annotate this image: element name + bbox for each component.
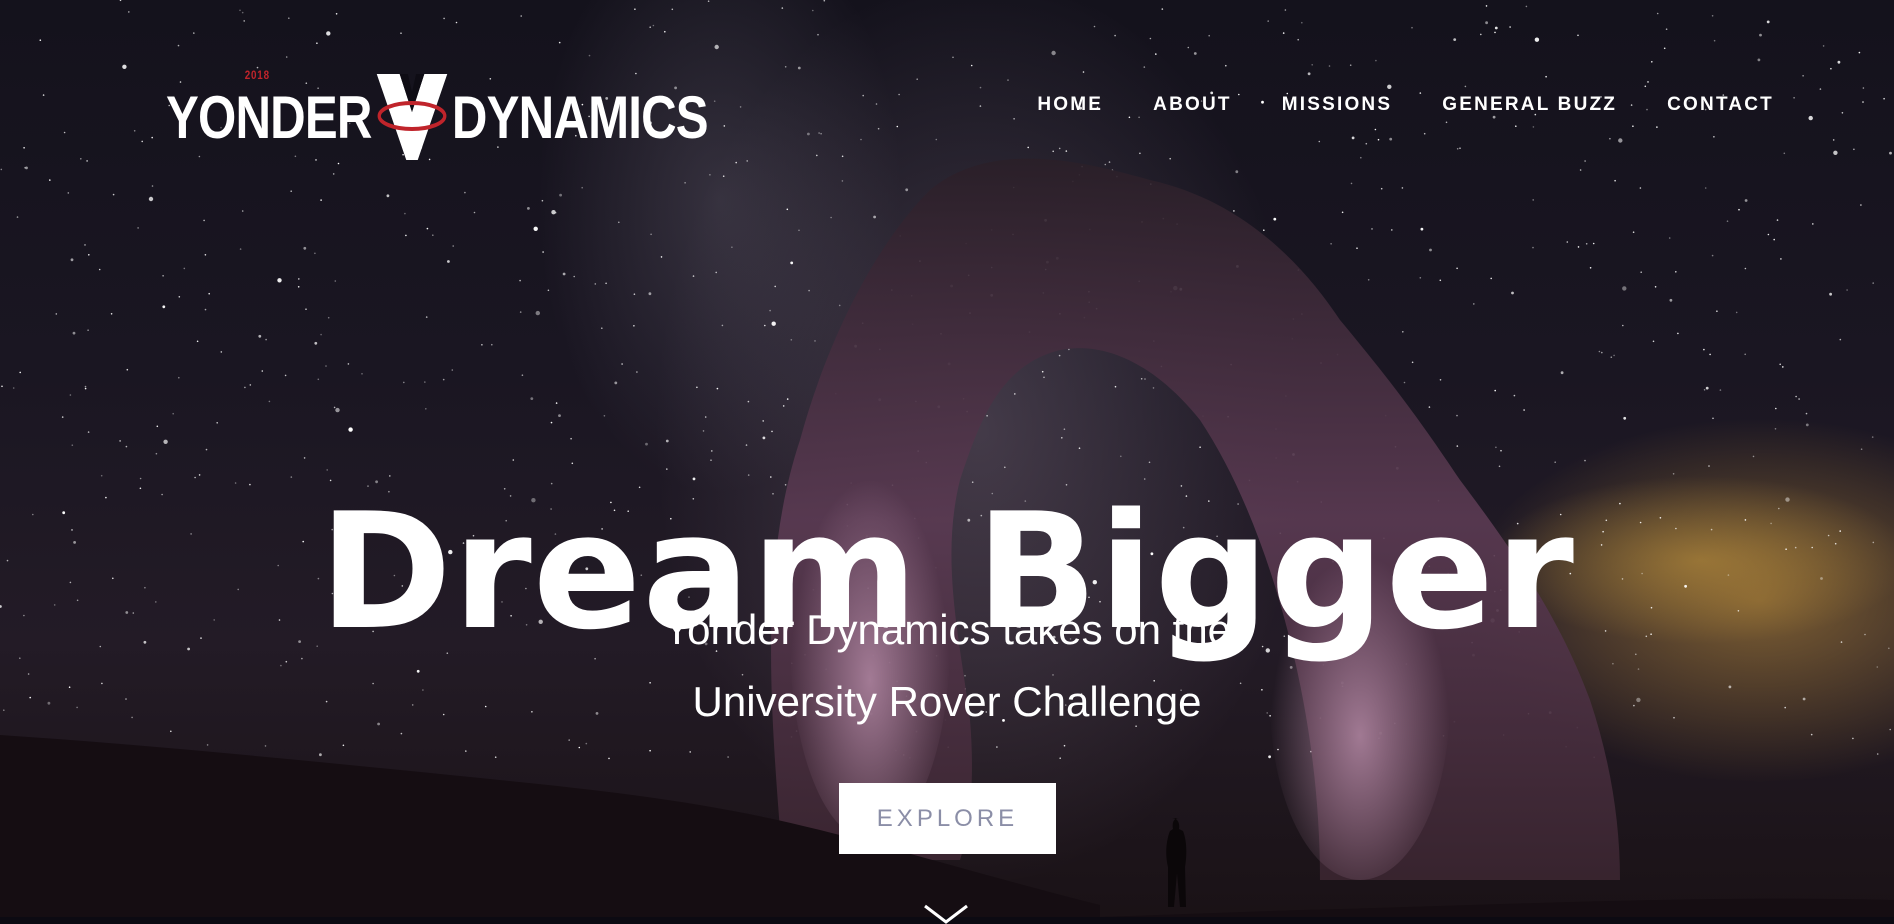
yd-logo-mark-icon <box>375 72 449 162</box>
brand-name-left: YONDER <box>166 83 372 151</box>
nav-item-about[interactable]: ABOUT <box>1153 94 1232 116</box>
explore-button[interactable]: EXPLORE <box>839 783 1056 854</box>
brand-logo[interactable]: YONDER DYNAMICS 2018 <box>166 68 709 162</box>
brand-name-right: DYNAMICS <box>451 83 709 151</box>
main-nav: HOME ABOUT MISSIONS GENERAL BUZZ CONTACT <box>1037 94 1774 116</box>
chevron-down-icon[interactable] <box>923 904 969 924</box>
hero-subtitle-line-1: Yonder Dynamics takes on the <box>662 606 1232 653</box>
brand-year: 2018 <box>244 68 270 82</box>
site-header: YONDER DYNAMICS 2018 HOME ABOUT MISSIONS… <box>0 0 1894 200</box>
nav-item-missions[interactable]: MISSIONS <box>1282 94 1393 116</box>
hero-subtitle-line-2: University Rover Challenge <box>692 678 1202 725</box>
nav-item-contact[interactable]: CONTACT <box>1667 94 1774 116</box>
nav-item-general-buzz[interactable]: GENERAL BUZZ <box>1442 94 1617 116</box>
hero-subtitle: Yonder Dynamics takes on the University … <box>0 594 1894 738</box>
nav-item-home[interactable]: HOME <box>1037 94 1103 116</box>
